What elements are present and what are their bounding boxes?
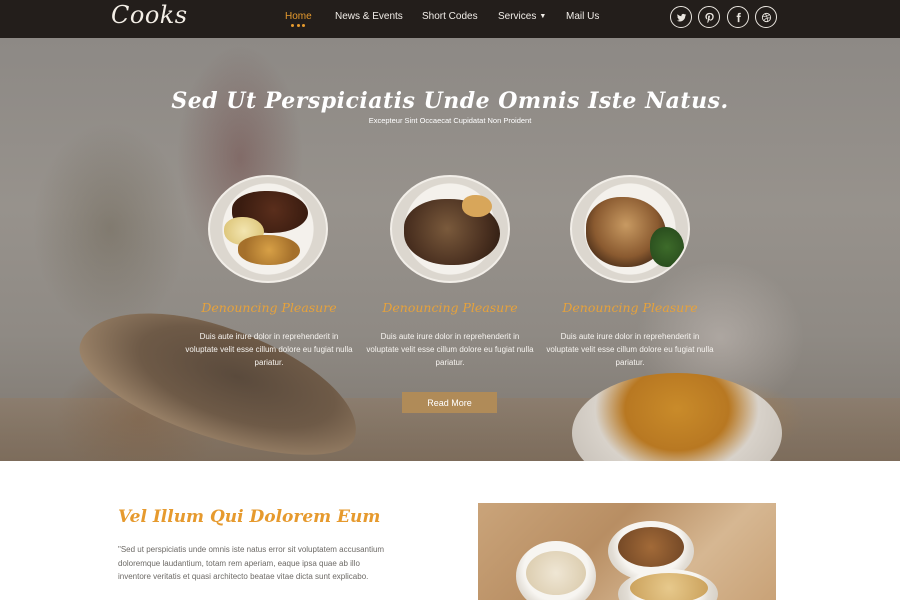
hero-subtitle: Excepteur Sint Occaecat Cupidatat Non Pr… <box>368 116 532 125</box>
nav-item-label: News & Events <box>335 11 403 22</box>
nav-item-mail-us[interactable]: Mail Us <box>566 11 599 22</box>
section-title: Vel Illum Qui Dolorem Eum <box>118 507 381 527</box>
nav-item-label: Home <box>285 11 312 22</box>
active-indicator-dots <box>291 24 306 27</box>
twitter-icon[interactable] <box>670 6 692 28</box>
nav-item-label: Mail Us <box>566 11 600 22</box>
nav-item-label: Services <box>498 11 537 22</box>
chevron-down-icon: ▼ <box>539 13 547 20</box>
nav-item-short-codes[interactable]: Short Codes <box>422 11 478 22</box>
hero-title: Sed Ut Perspiciatis Unde Omnis Iste Natu… <box>171 88 729 114</box>
nav-item-label: Short Codes <box>422 11 478 22</box>
nuts-bowls-image <box>478 503 776 600</box>
dish-image-3 <box>570 175 690 283</box>
dribbble-icon[interactable] <box>755 6 777 28</box>
feature-text-3: Duis aute irure dolor in reprehenderit i… <box>546 332 714 367</box>
spice-bowl-image <box>572 373 782 461</box>
top-navbar: Cooks Home News & Events Short Codes Ser… <box>0 0 900 38</box>
facebook-icon[interactable] <box>727 6 749 28</box>
feature-title-2: Denouncing Pleasure <box>382 300 518 315</box>
section-body-text: "Sed ut perspiciatis unde omnis iste nat… <box>118 545 385 581</box>
feature-title-1: Denouncing Pleasure <box>201 300 337 315</box>
nav-item-news-events[interactable]: News & Events <box>335 11 403 22</box>
feature-text-2: Duis aute irure dolor in reprehenderit i… <box>366 332 534 367</box>
feature-title-3: Denouncing Pleasure <box>562 300 698 315</box>
nav-item-services[interactable]: Services ▼ <box>498 11 546 22</box>
dish-image-1 <box>208 175 328 283</box>
read-more-button[interactable]: Read More <box>402 392 497 413</box>
feature-text-1: Duis aute irure dolor in reprehenderit i… <box>185 332 353 367</box>
brand-logo[interactable]: Cooks <box>111 1 188 29</box>
nav-item-home[interactable]: Home <box>285 11 312 27</box>
pinterest-icon[interactable] <box>698 6 720 28</box>
hero-banner: Sed Ut Perspiciatis Unde Omnis Iste Natu… <box>0 38 900 461</box>
dish-image-2 <box>390 175 510 283</box>
